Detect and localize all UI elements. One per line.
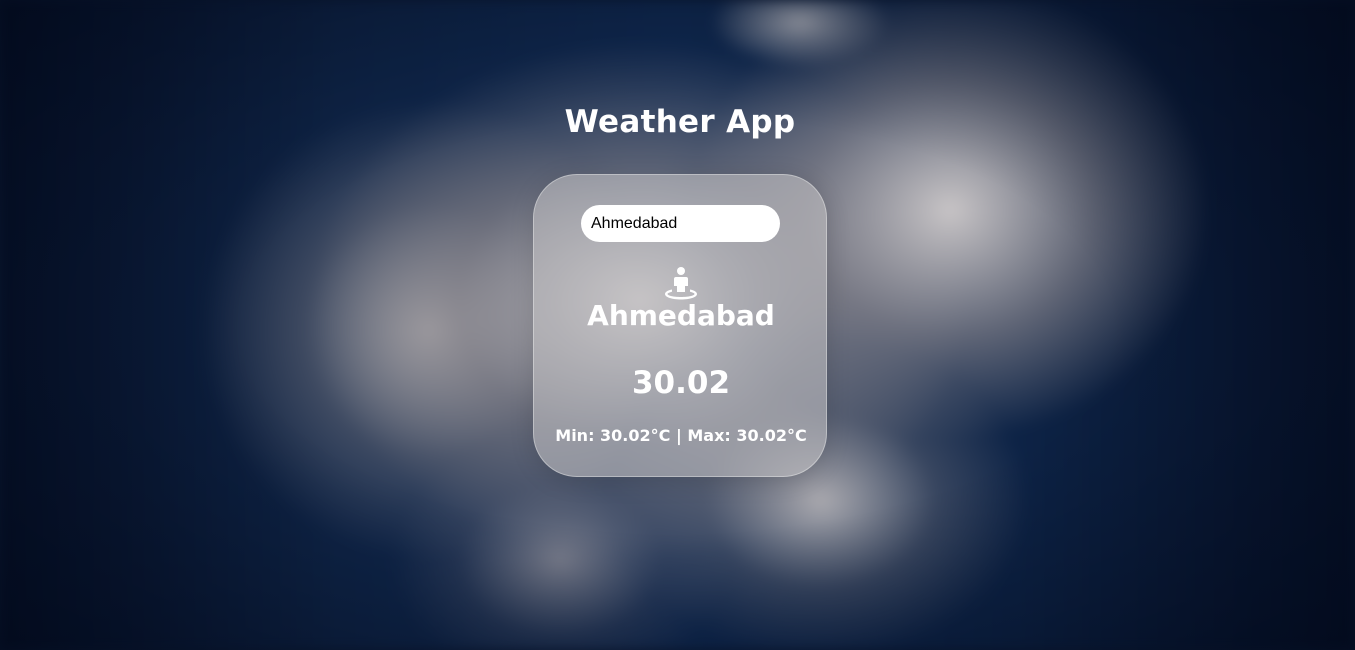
app-title: Weather App bbox=[564, 104, 796, 140]
street-view-icon bbox=[663, 266, 699, 300]
weather-card: Ahmedabad 30.02 Min: 30.02°C | Max: 30.0… bbox=[533, 174, 827, 477]
temperature-value: 30.02 bbox=[631, 365, 731, 401]
min-max-temperature: Min: 30.02°C | Max: 30.02°C bbox=[555, 426, 807, 445]
city-name: Ahmedabad bbox=[587, 299, 775, 332]
city-search-input[interactable] bbox=[581, 205, 780, 242]
